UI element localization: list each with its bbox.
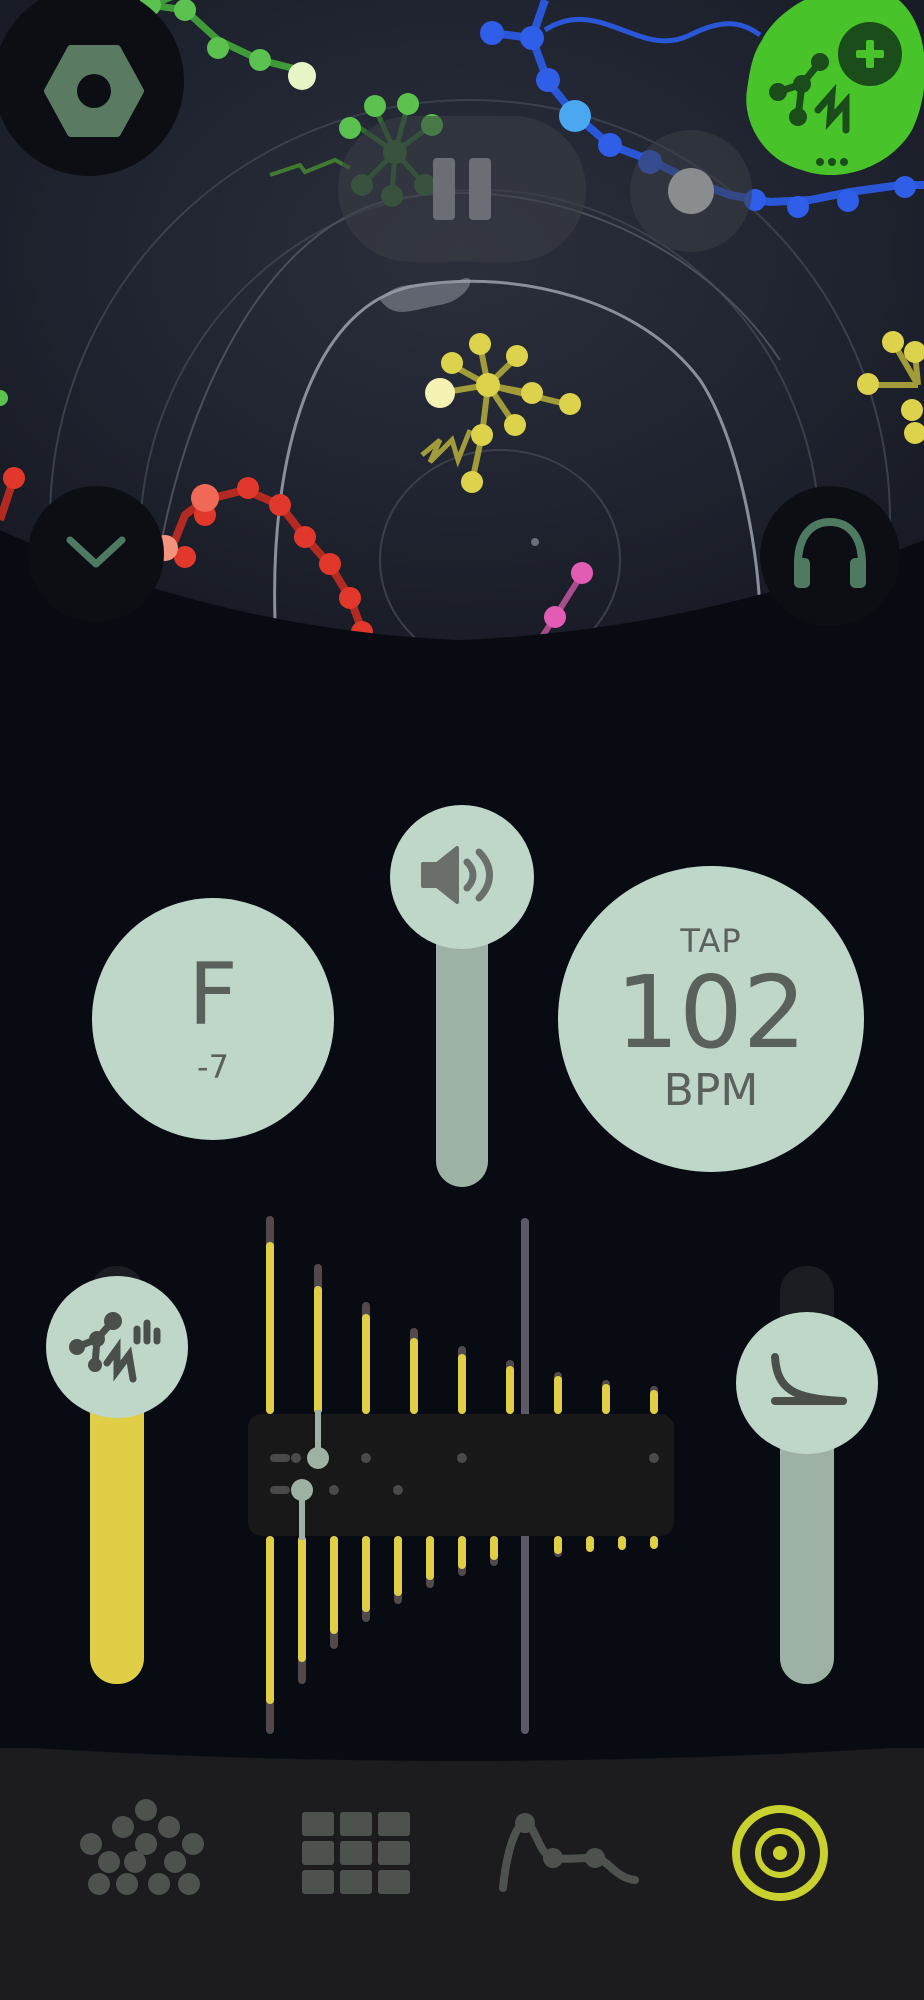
hexagon-nut-icon [42,39,146,143]
headphones-button[interactable] [760,486,900,626]
target-icon [728,1801,832,1909]
dots-cluster-icon [79,1798,209,1912]
record-dot-icon [668,168,714,214]
decay-curve-icon [765,1351,849,1415]
pause-button[interactable] [338,116,586,262]
chevron-down-icon [64,532,128,576]
key-offset: -7 [197,1048,229,1086]
volume-slider[interactable] [390,805,534,1187]
tab-curve[interactable] [490,1785,650,1925]
tab-creatures[interactable] [64,1785,224,1925]
decay-slider-thumb[interactable] [736,1312,878,1454]
curve-nodes-icon [495,1808,645,1902]
key-note: F [188,945,238,1045]
creature-molecule-icon [67,1305,167,1389]
speaker-icon [419,842,505,912]
headphones-icon [788,514,872,598]
pause-icon [433,158,491,220]
decay-slider[interactable] [736,1266,878,1684]
sequencer-visualizer[interactable] [240,1210,680,1740]
tempo-knob[interactable]: TAP 102 BPM [558,866,864,1172]
key-knob[interactable]: F -7 [92,898,334,1140]
grid-icon [300,1810,412,1900]
volume-thumb[interactable] [390,805,534,949]
creature-slider-thumb[interactable] [46,1276,188,1418]
tempo-value: 102 [615,954,807,1071]
tab-grid[interactable] [276,1785,436,1925]
creature-slider[interactable] [46,1266,188,1684]
add-creature-button[interactable] [742,0,924,180]
plus-molecule-icon [760,22,910,172]
record-button[interactable] [630,130,752,252]
collapse-button[interactable] [28,486,164,622]
tab-target[interactable] [700,1785,860,1925]
tempo-unit: BPM [663,1065,759,1116]
